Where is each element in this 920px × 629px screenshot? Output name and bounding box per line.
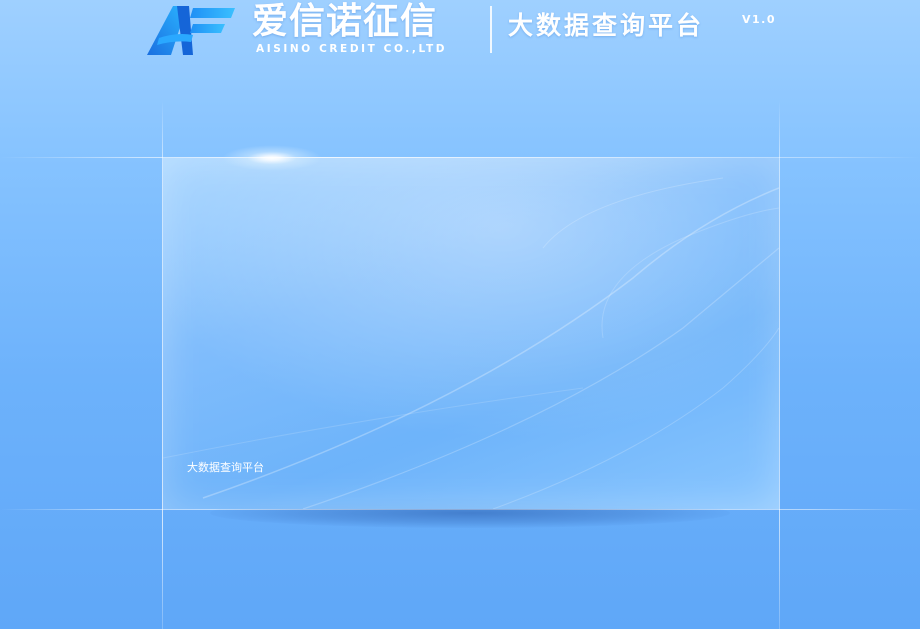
brand-name-en: AISINO CREDIT CO.,LTD bbox=[256, 43, 448, 55]
content-panel: 大数据查询平台 bbox=[163, 158, 779, 509]
platform-title: 大数据查询平台 bbox=[508, 11, 705, 40]
version-label: V1.0 bbox=[742, 13, 776, 26]
header: 爱信诺征信 AISINO CREDIT CO.,LTD 大数据查询平台 V1.0 bbox=[0, 0, 920, 70]
panel-swoosh-decoration bbox=[163, 158, 779, 509]
panel-caption: 大数据查询平台 bbox=[187, 461, 264, 474]
guide-line-right bbox=[779, 100, 780, 629]
header-divider bbox=[490, 6, 492, 53]
aisino-logo-icon bbox=[147, 2, 237, 58]
brand-name-cn: 爱信诺征信 bbox=[252, 1, 438, 42]
